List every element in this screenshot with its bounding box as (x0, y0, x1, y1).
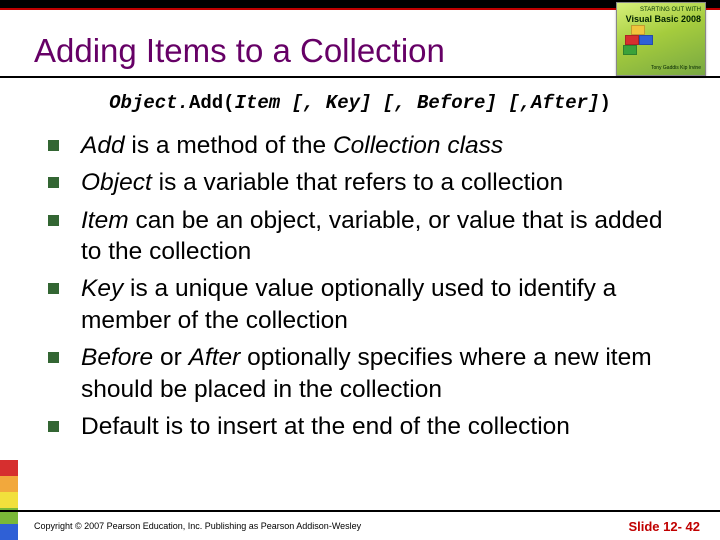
syntax-before: [, Before] (371, 92, 496, 114)
term: After (189, 344, 241, 371)
term: Object (81, 169, 152, 196)
syntax-line: Object.Add(Item [, Key] [, Before] [,Aft… (0, 78, 720, 122)
syntax-key: [, Key] (280, 92, 371, 114)
slide-header: Adding Items to a Collection STARTING OU… (0, 10, 720, 78)
list-item: Key is a unique value optionally used to… (48, 273, 684, 336)
bullet-text: Add is a method of the Collection class (81, 130, 503, 161)
bullet-icon (48, 283, 59, 294)
syntax-object: Object. (109, 92, 189, 114)
list-item: Item can be an object, variable, or valu… (48, 205, 684, 268)
bullet-icon (48, 177, 59, 188)
book-cover-thumbnail: STARTING OUT WITH Visual Basic 2008 Tony… (616, 2, 706, 76)
bullet-text: Key is a unique value optionally used to… (81, 273, 684, 336)
syntax-close: ) (599, 92, 610, 114)
book-authors: Tony Gaddis Kip Irvine (651, 66, 701, 72)
term: Before (81, 344, 153, 371)
bullet-text: Item can be an object, variable, or valu… (81, 205, 684, 268)
term: Add (81, 132, 125, 159)
lego-blocks-icon (623, 21, 657, 51)
book-series: STARTING OUT WITH (640, 7, 701, 14)
bullet-text: Before or After optionally specifies whe… (81, 342, 684, 405)
bullet-icon (48, 215, 59, 226)
list-item: Object is a variable that refers to a co… (48, 167, 684, 198)
bullet-text: Default is to insert at the end of the c… (81, 411, 570, 442)
list-item: Before or After optionally specifies whe… (48, 342, 684, 405)
accent-bar (0, 0, 720, 10)
term: Item (81, 207, 129, 234)
slide-footer: Copyright © 2007 Pearson Education, Inc.… (0, 510, 720, 540)
term: Key (81, 275, 123, 302)
slide-number: Slide 12- 42 (628, 519, 700, 534)
syntax-method: Add( (189, 92, 235, 114)
list-item: Add is a method of the Collection class (48, 130, 684, 161)
bullet-icon (48, 140, 59, 151)
slide-title: Adding Items to a Collection (34, 32, 700, 70)
bullet-icon (48, 352, 59, 363)
bullet-icon (48, 421, 59, 432)
list-item: Default is to insert at the end of the c… (48, 411, 684, 442)
copyright-text: Copyright © 2007 Pearson Education, Inc.… (34, 521, 361, 531)
term: Collection class (333, 132, 503, 159)
bullet-text: Object is a variable that refers to a co… (81, 167, 563, 198)
bullet-list: Add is a method of the Collection class … (0, 122, 720, 442)
syntax-item: Item (235, 92, 281, 114)
syntax-after: [,After] (497, 92, 600, 114)
